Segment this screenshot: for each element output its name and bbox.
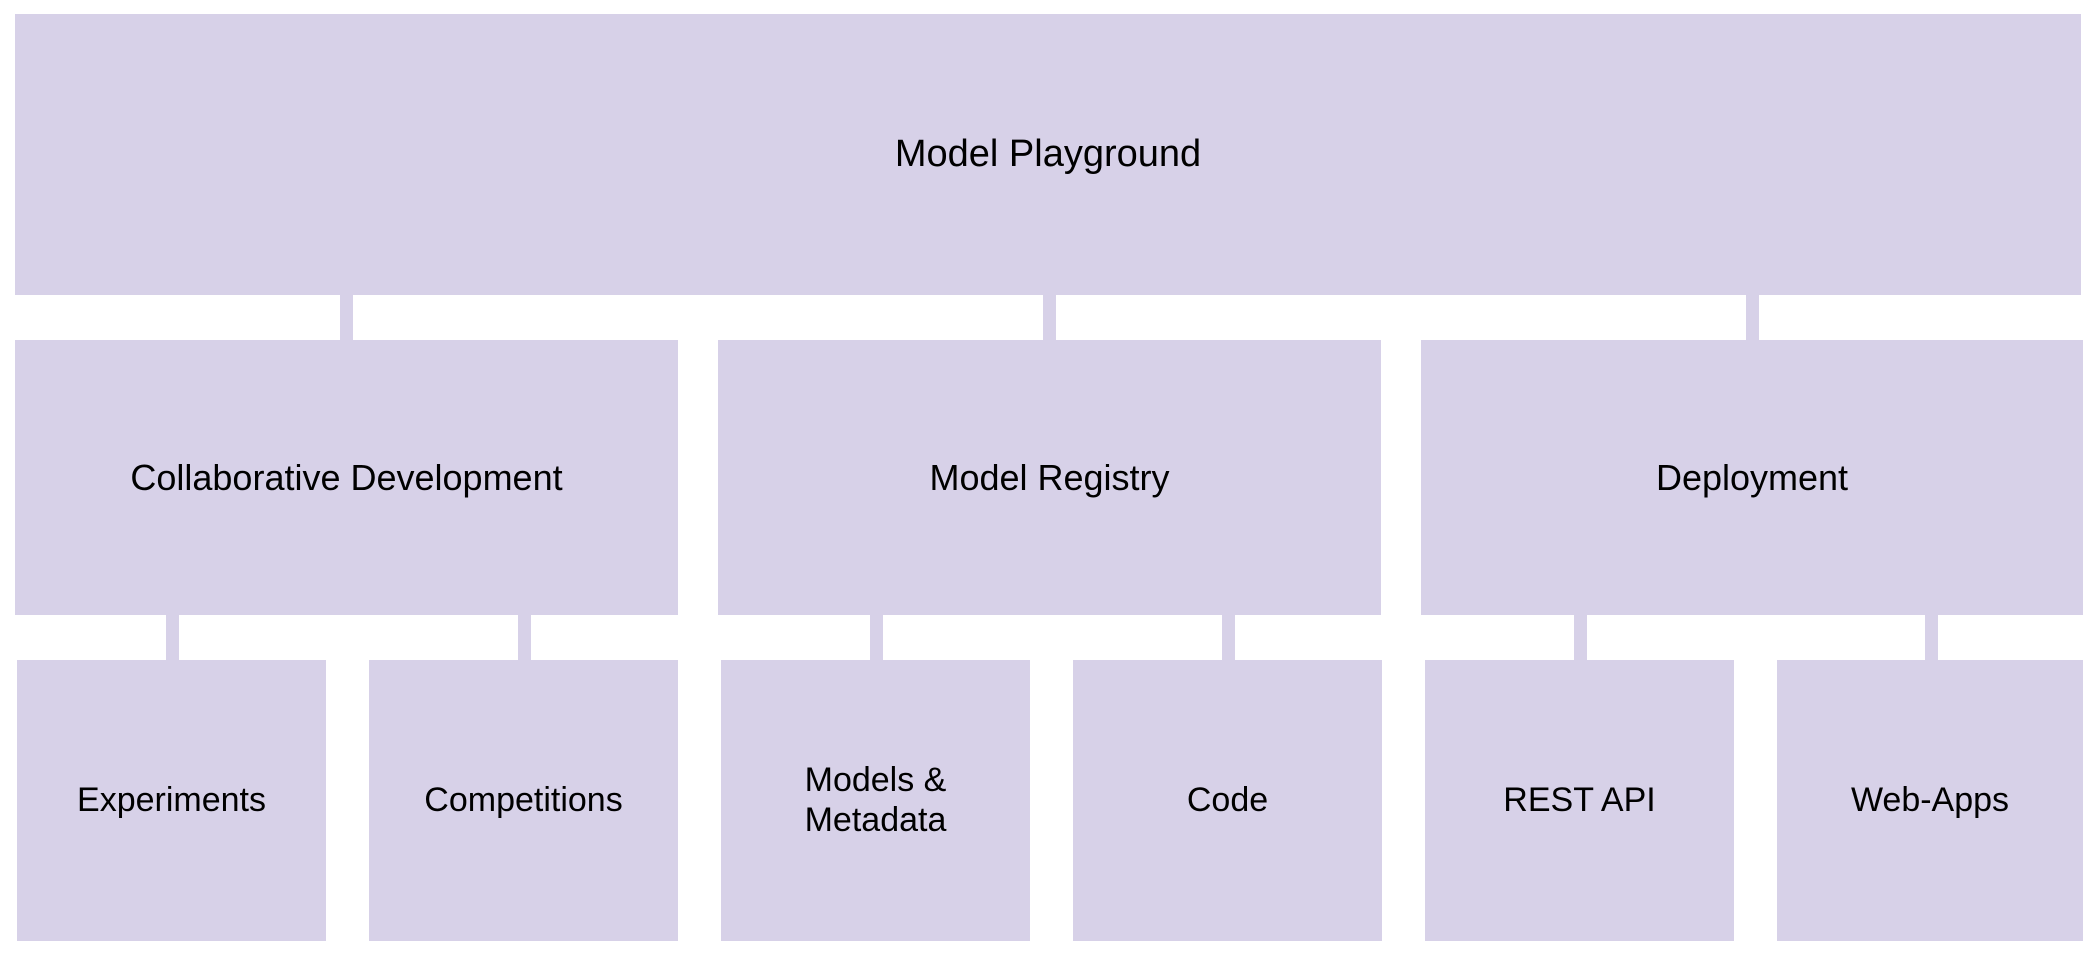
node-collaborative-development-label: Collaborative Development: [130, 456, 563, 498]
connector-model-registry-to-models-metadata: [870, 615, 883, 661]
connector-root-to-collaborative-development: [340, 295, 353, 341]
node-model-registry-label: Model Registry: [929, 456, 1170, 498]
hierarchy-diagram: Model Playground Collaborative Developme…: [0, 0, 2098, 962]
node-deployment[interactable]: Deployment: [1421, 340, 2083, 615]
node-collaborative-development[interactable]: Collaborative Development: [15, 340, 678, 615]
node-competitions[interactable]: Competitions: [369, 660, 678, 941]
connector-deployment-to-web-apps: [1925, 615, 1938, 661]
node-models-and-metadata-label: Models & Metadata: [804, 761, 947, 839]
node-model-playground-label: Model Playground: [894, 132, 1202, 175]
node-code[interactable]: Code: [1073, 660, 1382, 941]
connector-root-to-deployment: [1746, 295, 1759, 341]
node-model-playground[interactable]: Model Playground: [15, 14, 2081, 295]
connector-model-registry-to-code: [1222, 615, 1235, 661]
node-models-and-metadata[interactable]: Models & Metadata: [721, 660, 1030, 941]
node-code-label: Code: [1186, 780, 1269, 819]
node-model-registry[interactable]: Model Registry: [718, 340, 1381, 615]
node-rest-api-label: REST API: [1503, 780, 1656, 819]
connector-collaborative-development-to-competitions: [518, 615, 531, 661]
node-experiments[interactable]: Experiments: [17, 660, 326, 941]
node-rest-api[interactable]: REST API: [1425, 660, 1734, 941]
connector-collaborative-development-to-experiments: [166, 615, 179, 661]
node-competitions-label: Competitions: [424, 780, 623, 819]
node-web-apps-label: Web-Apps: [1850, 780, 2010, 819]
connector-root-to-model-registry: [1043, 295, 1056, 341]
connector-deployment-to-rest-api: [1574, 615, 1587, 661]
node-experiments-label: Experiments: [77, 780, 266, 819]
node-deployment-label: Deployment: [1655, 456, 1849, 498]
node-web-apps[interactable]: Web-Apps: [1777, 660, 2083, 941]
